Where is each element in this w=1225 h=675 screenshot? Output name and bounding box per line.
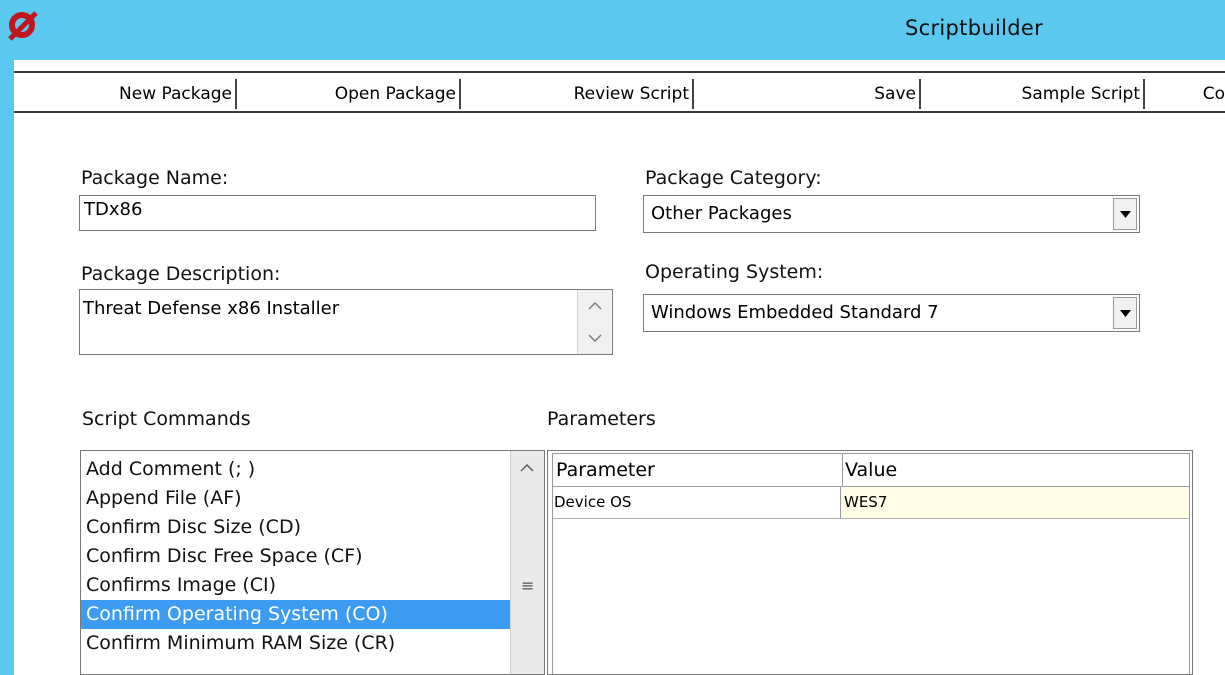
list-item[interactable]: Append File (AF) — [81, 484, 511, 513]
operating-system-select[interactable]: Windows Embedded Standard 7 — [643, 294, 1140, 332]
save-button[interactable]: Save — [696, 79, 921, 109]
script-commands-label: Script Commands — [82, 408, 251, 430]
toolbar-top-border — [14, 71, 1225, 73]
chevron-down-icon — [1120, 310, 1131, 317]
list-item[interactable]: Confirm Disc Free Space (CF) — [81, 542, 511, 571]
package-category-value: Other Packages — [651, 203, 792, 224]
list-item[interactable]: Confirms Image (CI) — [81, 571, 511, 600]
script-commands-list[interactable]: Add Comment (; ) Append File (AF) Confir… — [80, 450, 545, 675]
window-title: Scriptbuilder — [905, 16, 1044, 40]
grid-column-parameter[interactable]: Parameter — [553, 454, 655, 486]
list-item-selected[interactable]: Confirm Operating System (CO) — [81, 600, 511, 629]
package-category-select[interactable]: Other Packages — [643, 195, 1140, 233]
package-category-label: Package Category: — [645, 167, 822, 189]
toolbar-bottom-border — [14, 111, 1225, 113]
grid-cell-parameter: Device OS — [552, 487, 841, 518]
app-logo-icon — [8, 11, 38, 41]
scroll-up-icon[interactable] — [587, 298, 603, 314]
scroll-thumb-grip-icon[interactable]: ≡ — [521, 576, 534, 595]
parameters-grid: Parameter Value Device OS WES7 — [547, 450, 1193, 675]
truncated-toolbar-button[interactable]: Co — [1147, 79, 1225, 109]
package-category-dropdown-button[interactable] — [1113, 198, 1137, 230]
description-scrollbar[interactable] — [577, 290, 612, 354]
scroll-up-icon[interactable] — [520, 463, 534, 473]
toolbar: New Package Open Package Review Script S… — [14, 60, 1225, 115]
script-commands-scrollbar[interactable]: ≡ — [510, 451, 544, 674]
grid-left-border — [552, 453, 553, 674]
open-package-button[interactable]: Open Package — [239, 79, 461, 109]
list-item[interactable]: Add Comment (; ) — [81, 455, 511, 484]
chevron-down-icon — [1120, 211, 1131, 218]
grid-right-border — [1189, 453, 1190, 674]
new-package-button[interactable]: New Package — [18, 79, 237, 109]
list-item[interactable]: Confirm Minimum RAM Size (CR) — [81, 629, 511, 658]
parameters-label: Parameters — [547, 408, 656, 430]
table-row[interactable]: Device OS WES7 — [552, 487, 1190, 519]
operating-system-value: Windows Embedded Standard 7 — [651, 302, 939, 323]
package-description-text: Threat Defense x86 Installer — [83, 298, 340, 319]
title-bar: Scriptbuilder — [0, 0, 1225, 60]
sample-script-button[interactable]: Sample Script — [923, 79, 1145, 109]
grid-cell-value[interactable]: WES7 — [841, 487, 1190, 518]
grid-header: Parameter Value — [552, 453, 1190, 487]
package-name-input[interactable]: TDx86 — [79, 195, 596, 231]
package-description-input[interactable]: Threat Defense x86 Installer — [79, 289, 613, 355]
main-window: New Package Open Package Review Script S… — [14, 60, 1225, 675]
package-description-label: Package Description: — [81, 263, 281, 285]
list-item[interactable]: Confirm Disc Size (CD) — [81, 513, 511, 542]
scroll-down-icon[interactable] — [587, 330, 603, 346]
review-script-button[interactable]: Review Script — [463, 79, 694, 109]
grid-column-value[interactable]: Value — [842, 454, 897, 486]
operating-system-label: Operating System: — [645, 261, 824, 283]
operating-system-dropdown-button[interactable] — [1113, 297, 1137, 329]
package-name-label: Package Name: — [81, 167, 229, 189]
